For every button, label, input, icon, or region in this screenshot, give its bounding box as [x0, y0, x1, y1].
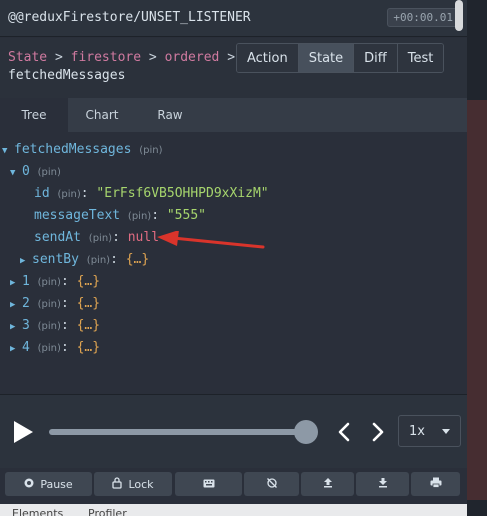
pause-button[interactable]: Pause — [5, 472, 92, 496]
tree-node-2[interactable]: ▶ 2 (pin): {…} — [10, 294, 100, 314]
scrollbar-thumb[interactable] — [455, 0, 463, 31]
devtools-tab-strip: Elements Profiler — [0, 504, 467, 516]
tree-key: id — [34, 186, 50, 201]
tree-leaf-sendAt: sendAt (pin): null — [34, 230, 160, 245]
persist-button[interactable] — [244, 472, 299, 496]
speed-value: 1x — [409, 423, 425, 439]
tree-key: 3 — [22, 318, 30, 333]
slider-thumb[interactable] — [294, 420, 318, 444]
tree-key: sendAt — [34, 230, 81, 245]
tree-node-4[interactable]: ▶ 4 (pin): {…} — [10, 338, 100, 358]
pin-link[interactable]: (pin) — [87, 255, 110, 266]
tree-key: sentBy — [32, 252, 79, 267]
expanded-arrow-icon[interactable]: ▼ — [2, 141, 10, 161]
tree-key: messageText — [34, 208, 121, 223]
breadcrumb-item-firestore[interactable]: firestore — [71, 50, 141, 65]
print-button[interactable] — [411, 472, 460, 496]
breadcrumb-item-ordered[interactable]: ordered — [165, 50, 220, 65]
pin-link[interactable]: (pin) — [38, 167, 61, 178]
caret-down-icon — [442, 429, 450, 434]
action-header: @@reduxFirestore/UNSET_LISTENER +00:00.0… — [0, 0, 467, 37]
devtools-tab-profiler[interactable]: Profiler — [88, 507, 127, 516]
tab-tree[interactable]: Tree — [0, 98, 68, 132]
breadcrumb-current: fetchedMessages — [8, 68, 126, 83]
collapsed-arrow-icon[interactable]: ▶ — [10, 339, 18, 359]
tree-key: 0 — [22, 164, 30, 179]
tree-key: 1 — [22, 274, 30, 289]
export-button[interactable] — [356, 472, 409, 496]
record-icon — [24, 478, 34, 491]
lock-icon — [112, 476, 123, 492]
tree-value: {…} — [76, 340, 101, 355]
action-time-badge: +00:00.01 — [387, 8, 459, 27]
breadcrumb-row: State > firestore > ordered > fetchedMes… — [0, 38, 467, 98]
upload-icon — [323, 477, 333, 491]
tree-value: {…} — [125, 252, 150, 267]
tree-node-1[interactable]: ▶ 1 (pin): {…} — [10, 272, 100, 292]
pin-link[interactable]: (pin) — [38, 277, 61, 288]
tree-key: 2 — [22, 296, 30, 311]
tab-chart[interactable]: Chart — [68, 98, 136, 132]
download-icon — [378, 477, 388, 491]
gutter-strip — [467, 100, 487, 500]
pin-link[interactable]: (pin) — [128, 211, 151, 222]
lock-button[interactable]: Lock — [94, 472, 172, 496]
annotation-arrow-icon — [157, 231, 265, 249]
tree-key: 4 — [22, 340, 30, 355]
breadcrumb-item-state[interactable]: State — [8, 50, 47, 65]
tab-action[interactable]: Action — [237, 44, 299, 72]
tree-node-0[interactable]: ▼ 0 (pin) — [10, 162, 61, 182]
pause-label: Pause — [40, 477, 73, 491]
expanded-arrow-icon[interactable]: ▼ — [10, 163, 18, 183]
collapsed-arrow-icon[interactable]: ▶ — [10, 273, 18, 293]
tab-test[interactable]: Test — [397, 44, 444, 72]
breadcrumb: State > firestore > ordered > fetchedMes… — [8, 49, 235, 85]
slider-bar: 1x — [0, 394, 467, 468]
devtools-tab-elements[interactable]: Elements — [12, 507, 63, 516]
tree-node-sentBy[interactable]: ▶ sentBy (pin): {…} — [20, 250, 149, 270]
bottom-button-bar: Pause Lock — [0, 468, 467, 504]
tab-diff[interactable]: Diff — [354, 44, 398, 72]
import-button[interactable] — [301, 472, 354, 496]
tree-value: {…} — [76, 318, 101, 333]
keyboard-icon — [203, 478, 215, 491]
collapsed-arrow-icon[interactable]: ▶ — [10, 295, 18, 315]
pin-link[interactable]: (pin) — [139, 145, 162, 156]
right-gutter — [467, 0, 487, 516]
print-icon — [430, 477, 442, 491]
breadcrumb-separator: > — [54, 50, 63, 65]
tree-leaf-id: id (pin): "ErFsf6VB5OHHPD9xXizM" — [34, 186, 269, 201]
pin-link[interactable]: (pin) — [57, 189, 80, 200]
pin-link[interactable]: (pin) — [38, 299, 61, 310]
speed-select[interactable]: 1x — [398, 415, 461, 447]
collapsed-arrow-icon[interactable]: ▶ — [20, 251, 28, 271]
state-tree: ▼ fetchedMessages (pin) ▼ 0 (pin) id (pin)… — [0, 132, 467, 394]
pin-link[interactable]: (pin) — [38, 343, 61, 354]
pin-link[interactable]: (pin) — [89, 233, 112, 244]
tree-node-fetchedMessages[interactable]: ▼ fetchedMessages (pin) — [2, 140, 163, 160]
tree-value: "ErFsf6VB5OHHPD9xXizM" — [96, 186, 269, 201]
view-tabs: Tree Chart Raw — [0, 98, 467, 132]
tree-value: {…} — [76, 296, 101, 311]
tab-raw[interactable]: Raw — [136, 98, 204, 132]
tree-node-3[interactable]: ▶ 3 (pin): {…} — [10, 316, 100, 336]
lock-label: Lock — [128, 477, 154, 491]
action-name: @@reduxFirestore/UNSET_LISTENER — [8, 10, 251, 25]
tree-value: "555" — [166, 208, 206, 223]
play-icon[interactable] — [14, 421, 33, 443]
tree-key: fetchedMessages — [14, 142, 132, 157]
breadcrumb-separator: > — [227, 50, 236, 65]
tree-leaf-messageText: messageText (pin): "555" — [34, 208, 206, 223]
mode-tabs: Action State Diff Test — [236, 43, 445, 73]
tree-value: {…} — [76, 274, 101, 289]
chevron-left-icon[interactable] — [336, 421, 352, 443]
dispatcher-button[interactable] — [175, 472, 242, 496]
collapsed-arrow-icon[interactable]: ▶ — [10, 317, 18, 337]
breadcrumb-separator: > — [148, 50, 157, 65]
chevron-right-icon[interactable] — [370, 421, 386, 443]
slider-track[interactable] — [49, 429, 307, 435]
pin-link[interactable]: (pin) — [38, 321, 61, 332]
tab-state[interactable]: State — [298, 44, 355, 72]
slashed-icon — [266, 477, 278, 492]
